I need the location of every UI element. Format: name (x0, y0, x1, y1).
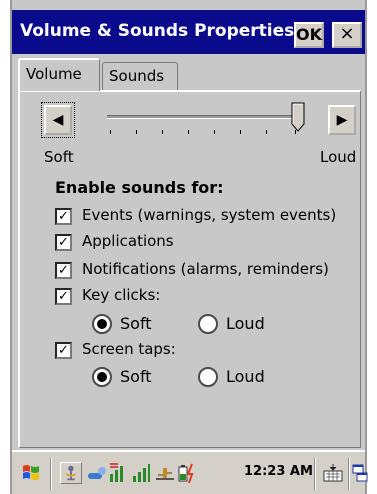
taskbar: 12:23 AM (12, 450, 368, 494)
checkmark-icon[interactable]: ✓ (55, 234, 72, 251)
radio-label: Loud (226, 367, 265, 386)
slider-tick (266, 130, 267, 134)
taskbar-separator (50, 458, 52, 490)
checkmark-icon[interactable]: ✓ (55, 342, 72, 359)
checkbox-label: Notifications (alarms, reminders) (82, 260, 329, 278)
volume-slider-track[interactable] (107, 115, 299, 119)
volume-min-label: Soft (44, 148, 74, 166)
checkbox-label: Applications (82, 232, 174, 250)
keyboard-icon[interactable] (322, 462, 344, 484)
radio-label: Loud (226, 314, 265, 333)
title-bar: Volume & Sounds Properties OK × (12, 10, 365, 54)
volume-max-label: Loud (320, 148, 357, 166)
usb-connection-icon[interactable] (154, 462, 176, 484)
start-windows-icon[interactable] (20, 462, 42, 484)
tab-sounds[interactable]: Sounds (102, 62, 178, 90)
checkbox-label: Key clicks: (82, 286, 161, 304)
device-screen: Volume & Sounds Properties OK × Volume S… (10, 0, 368, 494)
slider-tick (188, 130, 189, 134)
signal-strength-icon[interactable] (130, 462, 152, 484)
radio-label: Soft (120, 314, 152, 333)
slider-tick (136, 130, 137, 134)
radio-label: Soft (120, 367, 152, 386)
radio-unselected-icon[interactable] (198, 367, 218, 387)
window-title: Volume & Sounds Properties (20, 21, 295, 41)
radio-unselected-icon[interactable] (198, 314, 218, 334)
taskbar-separator (348, 458, 350, 490)
slider-tick (162, 130, 163, 134)
signal-grid-icon[interactable] (108, 462, 130, 484)
taskbar-clock[interactable]: 12:23 AM (244, 464, 313, 479)
slider-tick (240, 130, 241, 134)
checkbox-label: Screen taps: (82, 340, 176, 358)
enable-sounds-heading: Enable sounds for: (55, 178, 224, 197)
battery-charging-icon[interactable] (176, 462, 198, 484)
slider-tick (214, 130, 215, 134)
taskbar-separator (314, 458, 316, 490)
tab-volume[interactable]: Volume (18, 58, 100, 91)
network-icon[interactable] (86, 462, 108, 484)
volume-sounds-icon[interactable] (60, 462, 82, 484)
checkbox-label: Events (warnings, system events) (82, 206, 337, 224)
ok-button[interactable]: OK (294, 22, 324, 48)
checkmark-icon[interactable]: ✓ (55, 208, 72, 225)
volume-slider-thumb[interactable] (291, 102, 305, 132)
volume-down-button[interactable]: ◀ (41, 102, 75, 138)
checkmark-icon[interactable]: ✓ (55, 262, 72, 279)
radio-selected-icon[interactable] (92, 314, 112, 334)
checkmark-icon[interactable]: ✓ (55, 288, 72, 305)
close-button[interactable]: × (332, 22, 362, 48)
slider-tick (110, 130, 111, 134)
volume-up-button[interactable]: ▶ (328, 105, 356, 135)
radio-selected-icon[interactable] (92, 367, 112, 387)
desktop-windows-icon[interactable] (352, 462, 368, 484)
